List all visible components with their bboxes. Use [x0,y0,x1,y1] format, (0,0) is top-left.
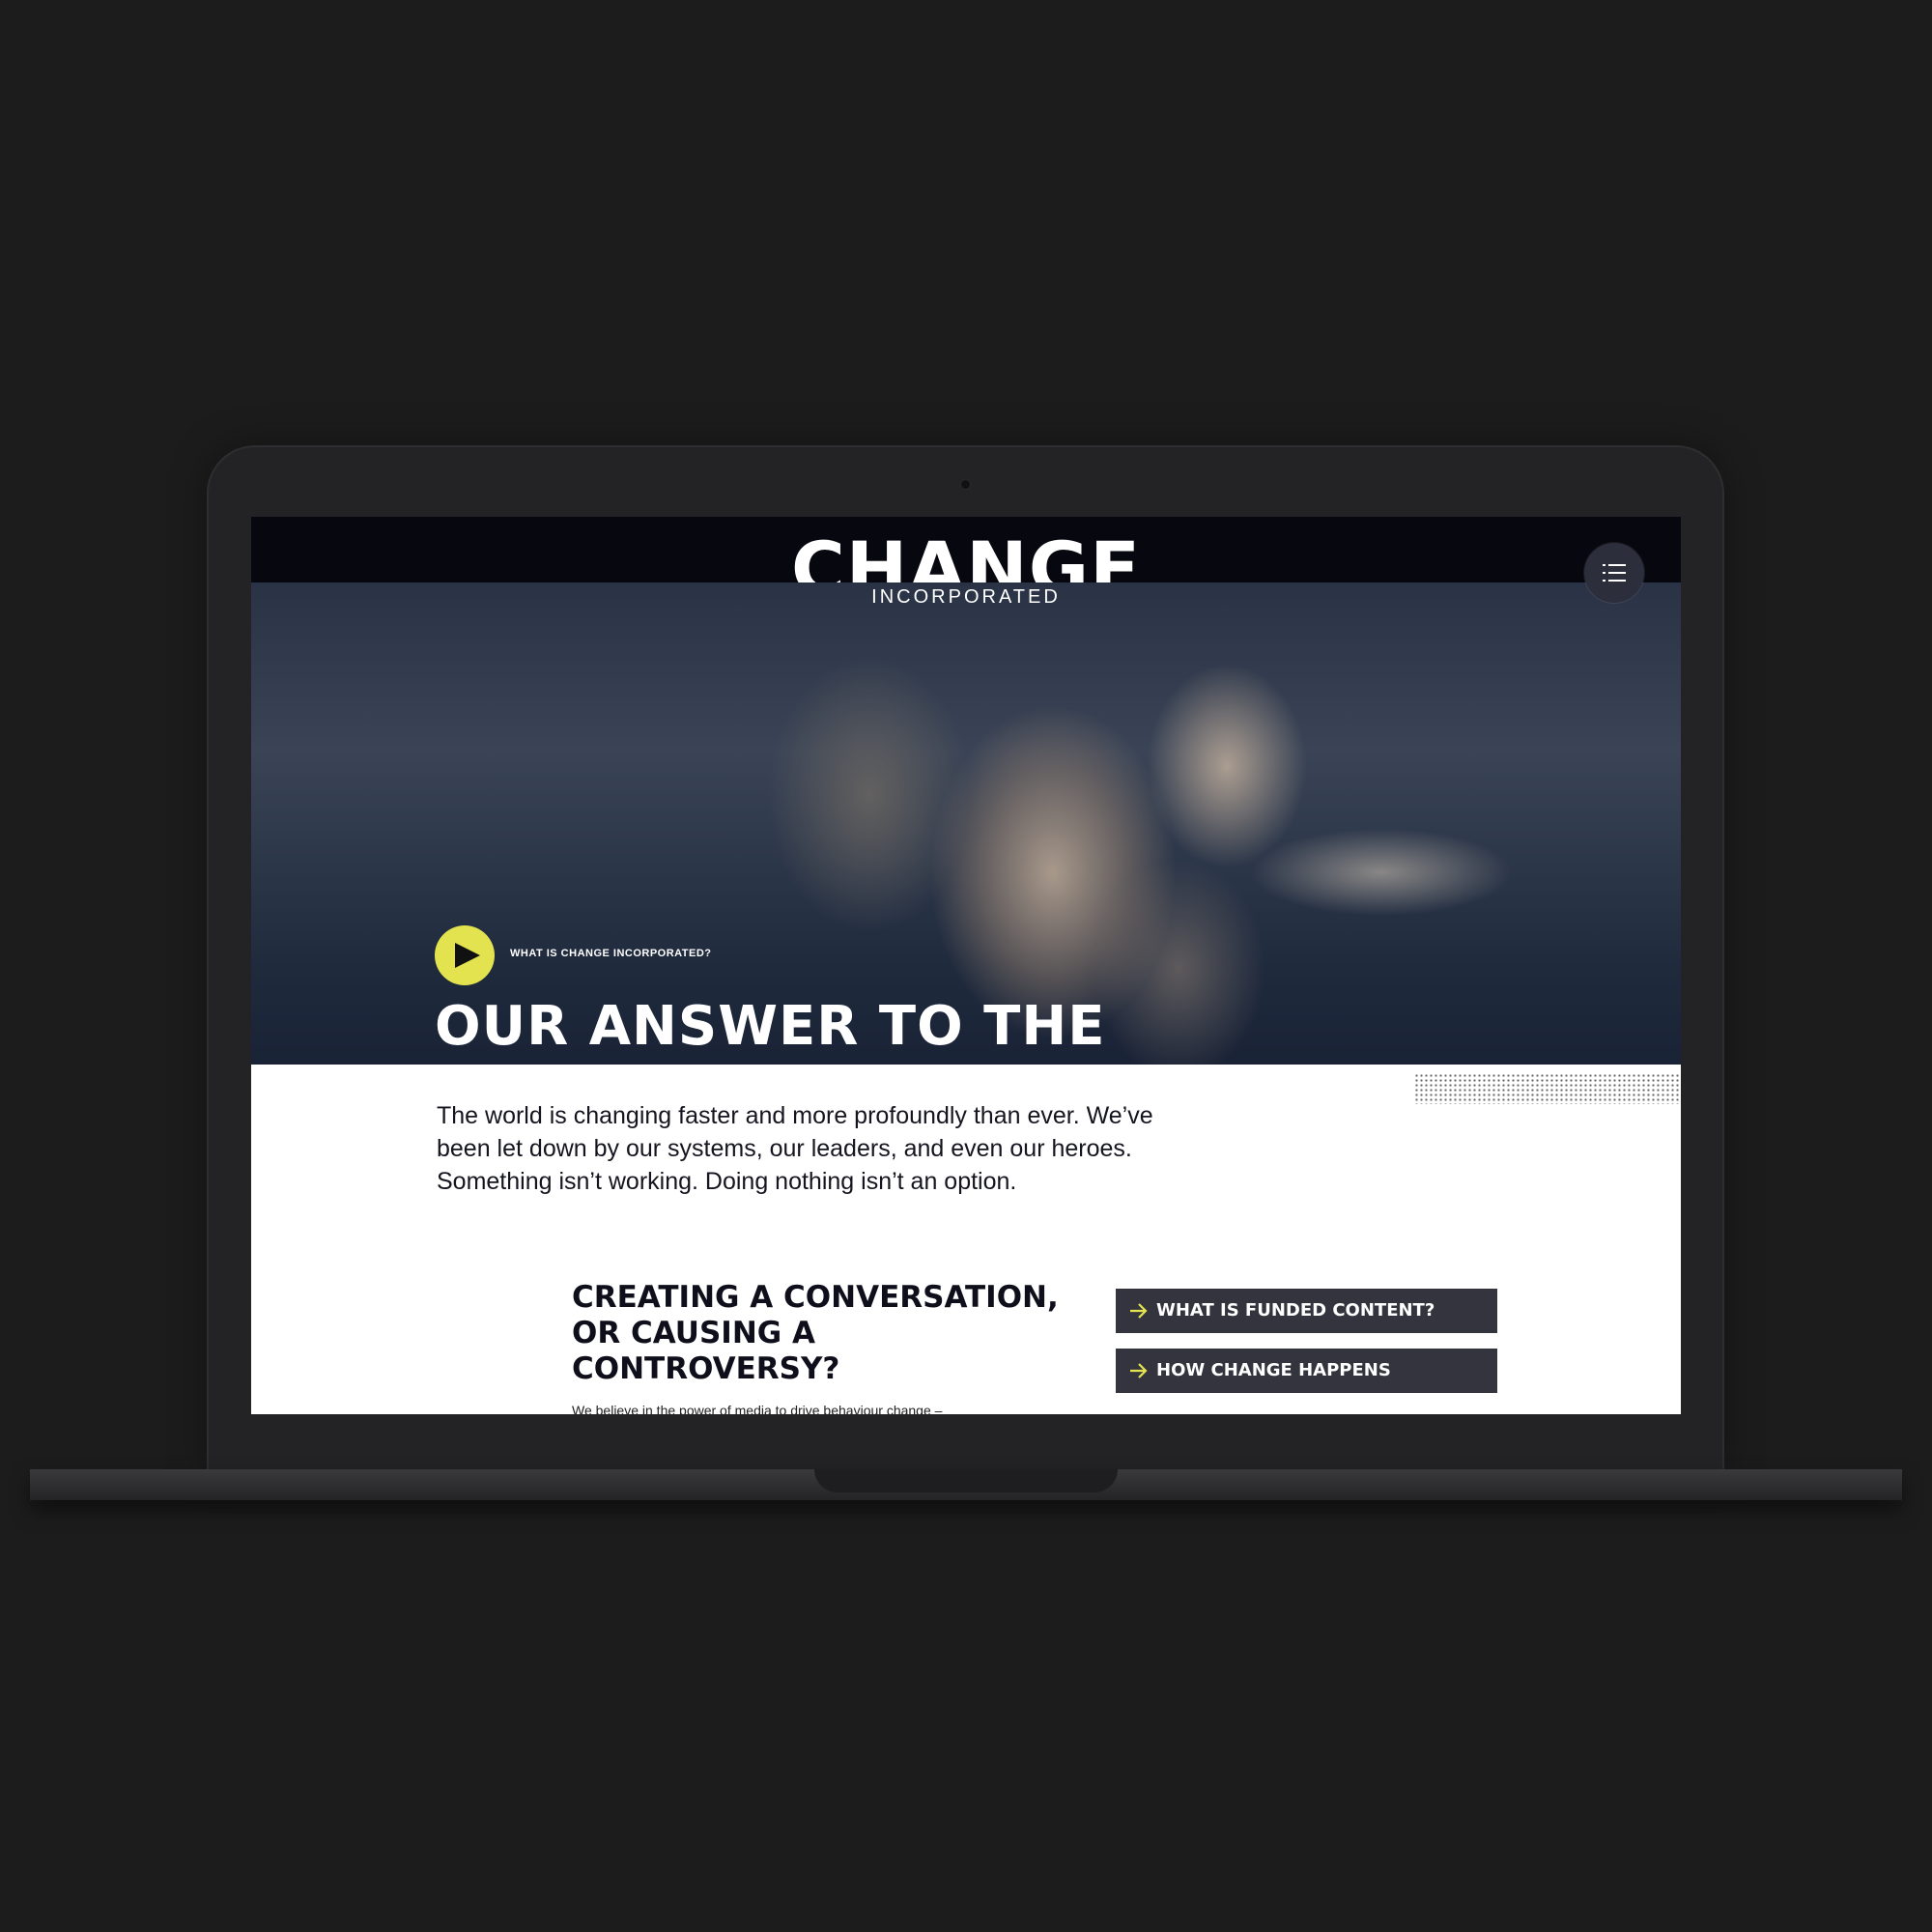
arrow-right-icon [1130,1303,1148,1319]
play-icon [455,943,480,968]
hero-section: WHAT IS CHANGE INCORPORATED? OUR ANSWER … [251,582,1681,1120]
how-change-happens-label: HOW CHANGE HAPPENS [1156,1360,1391,1380]
browser-viewport: WHAT IS CHANGE INCORPORATED? OUR ANSWER … [251,517,1681,1414]
section-body-text: We believe in the power of media to driv… [572,1403,943,1414]
funded-content-label: WHAT IS FUNDED CONTENT? [1156,1300,1435,1321]
how-change-happens-button[interactable]: HOW CHANGE HAPPENS [1116,1349,1497,1393]
arrow-right-icon [1130,1363,1148,1378]
play-button[interactable] [435,925,495,985]
logo-subtitle[interactable]: INCORPORATED [251,586,1681,609]
section-title: CREATING A CONVERSATION, OR CAUSING A CO… [572,1280,1059,1386]
menu-list-icon [1603,564,1626,582]
halftone-decoration [1414,1073,1681,1104]
video-link-label[interactable]: WHAT IS CHANGE INCORPORATED? [510,948,712,959]
menu-button[interactable] [1584,543,1644,603]
laptop-notch [814,1469,1118,1492]
intro-paragraph: The world is changing faster and more pr… [437,1102,1153,1195]
funded-content-button[interactable]: WHAT IS FUNDED CONTENT? [1116,1289,1497,1333]
camera-dot [961,480,970,489]
